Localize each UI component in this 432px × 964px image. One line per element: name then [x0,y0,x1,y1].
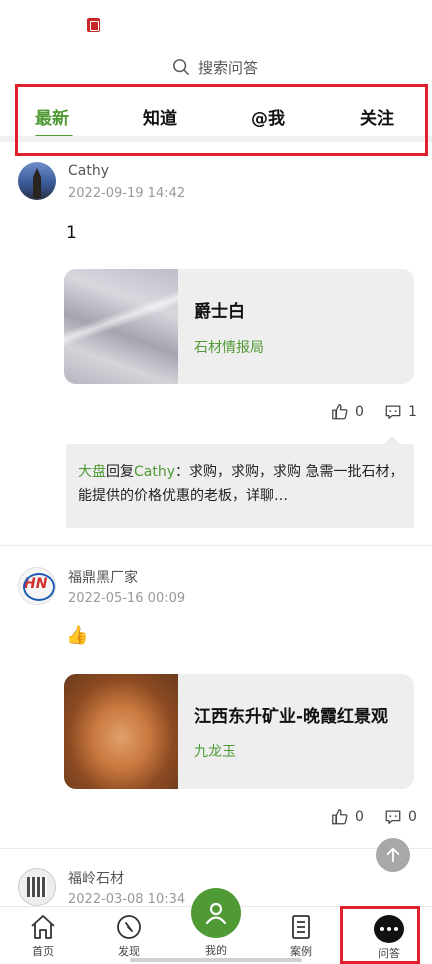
home-icon [31,915,55,939]
post-content[interactable]: 👍 [66,625,88,646]
linked-card[interactable]: 江西东升矿业-晚霞红景观 九龙玉 [64,674,414,789]
card-title: 爵士白 [194,302,245,322]
nav-discover[interactable]: 发现 [86,907,172,964]
reply-preview[interactable]: 大盘回复Cathy：求购，求购，求购 急需一批石材，能提供的价格优惠的老板，详聊… [66,436,414,528]
nav-label: 我的 [205,944,227,957]
nav-profile-button[interactable] [191,888,241,938]
comment-icon [385,810,401,824]
tab-know[interactable]: 知道 [143,104,177,129]
user-icon [205,902,227,925]
reply-from[interactable]: 大盘 [78,464,106,480]
arrow-up-icon [386,847,400,863]
nav-label: 发现 [118,945,140,958]
post-content[interactable]: 1 [66,223,77,243]
like-button[interactable]: 0 [331,403,364,421]
nav-home[interactable]: 首页 [0,907,86,964]
app-logo [87,18,100,32]
like-button[interactable]: 0 [331,808,364,826]
post-time: 2022-03-08 10:34 [68,892,186,907]
comment-icon [385,405,401,419]
nav-label: 问答 [378,947,400,960]
comment-count: 0 [408,809,417,825]
post-separator [0,848,432,849]
thumb-up-icon [332,404,348,420]
tab-latest[interactable]: 最新 [35,104,69,129]
scroll-to-top-button[interactable] [376,838,410,872]
like-count: 0 [355,404,364,420]
search-icon [173,59,189,75]
tab-following[interactable]: 关注 [360,104,394,129]
search-placeholder: 搜索问答 [198,58,259,77]
nav-label: 首页 [32,945,54,958]
author-name[interactable]: 福岭石材 [68,868,124,888]
nav-cases[interactable]: 案例 [258,907,344,964]
reply-text: 大盘回复Cathy：求购，求购，求购 急需一批石材，能提供的价格优惠的老板，详聊… [78,460,404,508]
tab-mentions[interactable]: @我 [251,104,285,129]
post-time: 2022-05-16 00:09 [68,591,186,606]
card-image [64,269,178,384]
comment-count: 1 [408,404,417,420]
author-name[interactable]: Cathy [68,163,109,179]
nav-qa[interactable]: 问答 [346,907,432,964]
comment-button[interactable]: 1 [384,403,417,421]
tab-divider [0,136,432,142]
author-name[interactable]: 福鼎黑厂家 [68,567,138,587]
reply-verb: 回复 [106,464,134,480]
card-subtitle: 石材情报局 [194,340,264,356]
search-bar[interactable]: 搜索问答 [172,56,258,78]
comment-button[interactable]: 0 [384,808,417,826]
card-image [64,674,178,789]
post-separator [0,545,432,546]
nav-label: 案例 [290,945,312,958]
thumb-up-icon [332,809,348,825]
reply-to[interactable]: Cathy [134,464,175,480]
document-icon [292,915,310,939]
compass-icon [117,915,141,939]
linked-card[interactable]: 爵士白 石材情报局 [64,269,414,384]
card-subtitle: 九龙玉 [194,744,236,760]
chat-icon [374,915,404,943]
card-title: 江西东升矿业-晚霞红景观 [194,707,389,727]
tab-bar: 最新 知道 @我 关注 [0,84,432,142]
post-time: 2022-09-19 14:42 [68,186,186,201]
avatar[interactable] [18,162,56,200]
like-count: 0 [355,809,364,825]
avatar[interactable] [18,868,56,906]
home-indicator [130,958,302,962]
avatar[interactable] [18,567,56,605]
